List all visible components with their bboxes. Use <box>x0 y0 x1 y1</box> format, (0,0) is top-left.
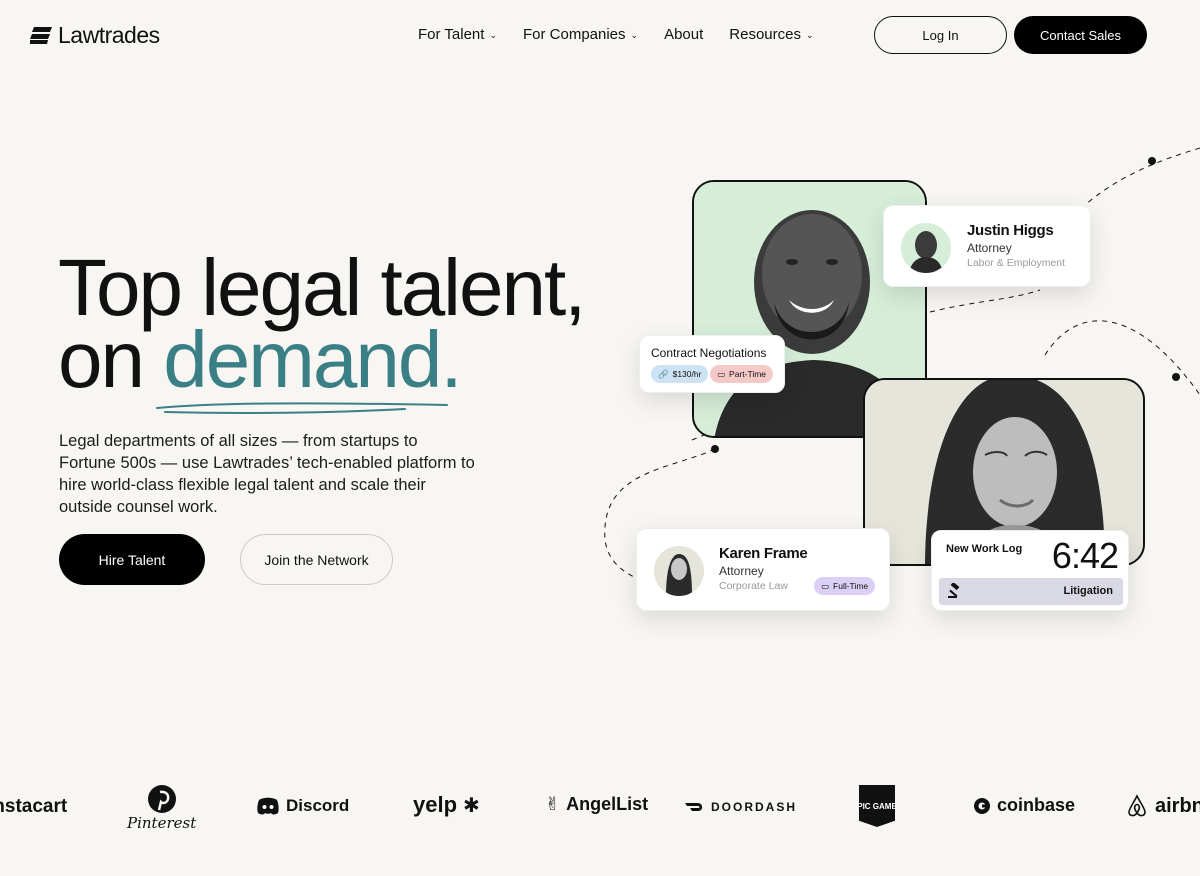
talent-name: Justin Higgs <box>967 222 1054 239</box>
link-icon: 🔗 <box>658 368 669 379</box>
logo-pinterest: Pinterest <box>127 784 196 832</box>
work-log-time: 6:42 <box>1051 535 1119 576</box>
airbnb-icon <box>1128 794 1146 817</box>
job-title: Contract Negotiations <box>651 346 767 360</box>
talent-card-karen[interactable]: Karen Frame Attorney Corporate Law ▭ Ful… <box>636 528 890 611</box>
talent-name: Karen Frame <box>719 545 808 562</box>
logo-airbnb: airbnb <box>1125 794 1200 818</box>
job-card-contract[interactable]: Contract Negotiations 🔗 $130/hr ▭ Part-T… <box>639 335 785 393</box>
work-log-category-bar: Litigation <box>939 578 1123 605</box>
avatar-man-icon <box>901 223 951 273</box>
talent-role: Attorney <box>967 241 1012 255</box>
work-log-category: Litigation <box>1063 585 1114 597</box>
job-type-label: Full-Time <box>833 581 869 591</box>
logo-label: AngelList <box>566 794 649 814</box>
talent-role: Attorney <box>719 564 764 578</box>
logo-yelp: yelp ✱ <box>413 792 480 818</box>
avatar <box>901 223 951 273</box>
work-log-title: New Work Log <box>946 543 1023 555</box>
doordash-icon <box>685 803 703 811</box>
logo-coinbase: coinbase <box>973 795 1075 816</box>
logo-label: yelp <box>413 792 458 817</box>
yelp-burst-icon: ✱ <box>463 794 480 817</box>
logo-epic-games: EPIC GAMES <box>859 785 895 827</box>
logo-label: coinbase <box>997 795 1076 815</box>
customer-logos: instacart Pinterest Discord yelp ✱ ✌ Ang… <box>0 780 1200 832</box>
logo-doordash: DOORDASH <box>685 800 797 814</box>
work-log-card[interactable]: New Work Log 6:42 Litigation <box>931 530 1129 611</box>
briefcase-icon: ▭ <box>821 580 830 591</box>
logo-label: Pinterest <box>127 814 197 832</box>
logo-label: Discord <box>286 796 350 815</box>
avatar <box>654 546 704 596</box>
avatar-woman-icon <box>654 546 704 596</box>
logo-label: DOORDASH <box>711 800 798 814</box>
peace-hand-icon: ✌ <box>545 794 561 814</box>
logo-label: instacart <box>0 796 68 817</box>
talent-specialty: Corporate Law <box>719 580 788 592</box>
gavel-icon <box>948 583 960 598</box>
pinterest-icon <box>147 785 176 813</box>
job-type-badge: ▭ Part-Time <box>710 365 774 383</box>
logo-discord: Discord <box>256 796 349 816</box>
logo-label: airbnb <box>1155 794 1200 817</box>
rate-badge: 🔗 $130/hr <box>651 365 709 383</box>
discord-icon <box>257 797 279 815</box>
job-type-label: Part-Time <box>729 369 767 379</box>
talent-card-justin[interactable]: Justin Higgs Attorney Labor & Employment <box>883 205 1091 287</box>
coinbase-icon <box>974 797 990 814</box>
talent-specialty: Labor & Employment <box>967 257 1066 269</box>
job-type-badge: ▭ Full-Time <box>814 577 876 595</box>
logo-label: EPIC GAMES <box>859 785 895 827</box>
rate-label: $130/hr <box>672 369 702 379</box>
logo-angellist: ✌ AngelList <box>545 794 648 815</box>
logo-instacart: instacart <box>0 796 67 818</box>
briefcase-icon: ▭ <box>717 368 726 379</box>
